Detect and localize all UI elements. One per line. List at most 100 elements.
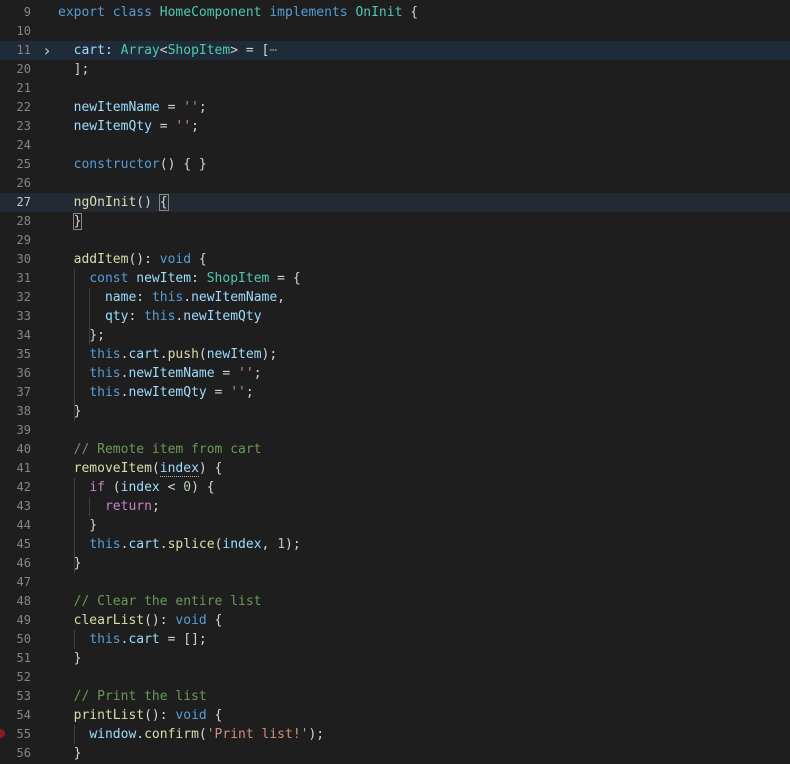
line-number: 29 — [16, 233, 31, 247]
code-line[interactable]: 53 // Print the list — [0, 687, 790, 706]
code-text: cart: Array<ShopItem> = [⋯ — [73, 43, 278, 58]
line-number: 36 — [16, 366, 31, 380]
code-line[interactable]: 28 } — [0, 212, 790, 231]
code-line[interactable]: 41 removeItem(index) { — [0, 459, 790, 478]
code-line[interactable]: 23 newItemQty = ''; — [0, 117, 790, 136]
code-editor[interactable]: 9 export class HomeComponent implements O… — [0, 0, 790, 764]
code-text: ngOnInit() { — [73, 194, 169, 211]
code-line[interactable]: 20 ]; — [0, 60, 790, 79]
line-number: 10 — [16, 24, 31, 38]
line-number: 23 — [16, 119, 31, 133]
code-text: // Print the list — [73, 689, 207, 704]
code-line[interactable]: 34 }; — [0, 326, 790, 345]
code-line[interactable]: 32 name: this.newItemName, — [0, 288, 790, 307]
code-text: name: this.newItemName, — [104, 290, 285, 305]
line-number: 40 — [16, 442, 31, 456]
code-line[interactable]: 26 — [0, 174, 790, 193]
code-line[interactable]: 48 // Clear the entire list — [0, 592, 790, 611]
code-text: addItem(): void { — [73, 252, 207, 267]
indent-guide — [89, 288, 91, 345]
code-line[interactable]: 51 } — [0, 649, 790, 668]
line-number: 9 — [23, 5, 31, 19]
code-line[interactable]: 25 constructor() { } — [0, 155, 790, 174]
line-number: 44 — [16, 518, 31, 532]
code-line[interactable]: 55 window.confirm('Print list!'); — [0, 725, 790, 744]
line-number: 27 — [16, 195, 31, 209]
code-line[interactable]: 43 return; — [0, 497, 790, 516]
code-line[interactable]: 9 export class HomeComponent implements O… — [0, 3, 790, 22]
code-line[interactable]: 39 — [0, 421, 790, 440]
code-text: // Remote item from cart — [73, 442, 262, 457]
code-text: this.newItemQty = ''; — [89, 385, 254, 400]
indent-guide — [73, 478, 75, 573]
code-text: removeItem(index) { — [73, 461, 223, 477]
code-line[interactable]: 54 printList(): void { — [0, 706, 790, 725]
line-number: 53 — [16, 689, 31, 703]
code-text: this.newItemName = ''; — [89, 366, 262, 381]
line-number: 37 — [16, 385, 31, 399]
line-number: 41 — [16, 461, 31, 475]
indent-guide — [73, 725, 75, 744]
code-text: window.confirm('Print list!'); — [89, 727, 325, 742]
code-line[interactable]: 44 } — [0, 516, 790, 535]
indent-guide — [73, 269, 75, 421]
code-text: } — [58, 556, 82, 571]
code-line[interactable]: 45 this.cart.splice(index, 1); — [0, 535, 790, 554]
code-line[interactable]: 24 — [0, 136, 790, 155]
line-number: 31 — [16, 271, 31, 285]
chevron-right-icon[interactable]: › — [41, 41, 53, 60]
line-number: 26 — [16, 176, 31, 190]
code-line[interactable]: 38 } — [0, 402, 790, 421]
line-number: 45 — [16, 537, 31, 551]
line-number: 32 — [16, 290, 31, 304]
code-text: } — [58, 404, 82, 419]
code-line[interactable]: 31 const newItem: ShopItem = { — [0, 269, 790, 288]
code-line[interactable]: 37 this.newItemQty = ''; — [0, 383, 790, 402]
code-text: printList(): void { — [73, 708, 223, 723]
code-text: this.cart.splice(index, 1); — [89, 537, 301, 552]
code-line[interactable]: 47 — [0, 573, 790, 592]
code-line[interactable]: 52 — [0, 668, 790, 687]
code-line[interactable]: 40 // Remote item from cart — [0, 440, 790, 459]
code-text: } — [72, 213, 83, 230]
code-text: const newItem: ShopItem = { — [89, 271, 301, 286]
code-text: } — [58, 518, 98, 533]
code-line[interactable]: 46 } — [0, 554, 790, 573]
code-text: } — [58, 651, 82, 666]
code-text: this.cart.push(newItem); — [89, 347, 278, 362]
code-text: export class HomeComponent implements On… — [58, 5, 419, 20]
line-number: 22 — [16, 100, 31, 114]
code-text: ]; — [58, 62, 90, 77]
code-line[interactable]: 50 this.cart = []; — [0, 630, 790, 649]
code-text: }; — [58, 328, 105, 343]
code-line[interactable]: 33 qty: this.newItemQty — [0, 307, 790, 326]
code-line[interactable]: 22 newItemName = ''; — [0, 98, 790, 117]
code-line[interactable]: 27 ngOnInit() { — [0, 193, 790, 212]
code-text: constructor() { } — [73, 157, 207, 172]
code-line[interactable]: 42 if (index < 0) { — [0, 478, 790, 497]
code-text: if (index < 0) { — [89, 480, 215, 495]
line-number: 34 — [16, 328, 31, 342]
line-number: 43 — [16, 499, 31, 513]
code-text: newItemName = ''; — [73, 100, 207, 115]
indent-guide — [73, 630, 75, 649]
line-number: 39 — [16, 423, 31, 437]
code-text: newItemQty = ''; — [73, 119, 199, 134]
line-number: 24 — [16, 138, 31, 152]
line-number: 25 — [16, 157, 31, 171]
code-text: } — [58, 746, 82, 761]
code-line[interactable]: 56 } — [0, 744, 790, 763]
code-line[interactable]: 29 — [0, 231, 790, 250]
code-text: // Clear the entire list — [73, 594, 262, 609]
line-number: 28 — [16, 214, 31, 228]
code-text: clearList(): void { — [73, 613, 223, 628]
code-line[interactable]: 36 this.newItemName = ''; — [0, 364, 790, 383]
line-number: 35 — [16, 347, 31, 361]
code-line[interactable]: 35 this.cart.push(newItem); — [0, 345, 790, 364]
code-line[interactable]: 11 › cart: Array<ShopItem> = [⋯ — [0, 41, 790, 60]
code-line[interactable]: 21 — [0, 79, 790, 98]
line-number: 20 — [16, 62, 31, 76]
code-line[interactable]: 10 — [0, 22, 790, 41]
code-line[interactable]: 30 addItem(): void { — [0, 250, 790, 269]
code-line[interactable]: 49 clearList(): void { — [0, 611, 790, 630]
